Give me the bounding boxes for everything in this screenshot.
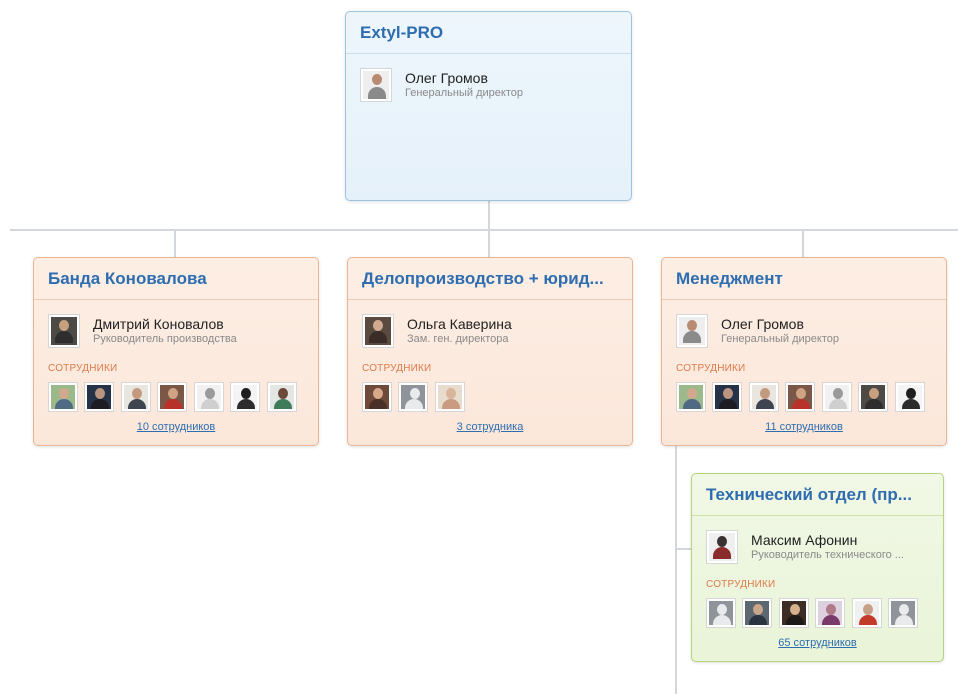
connector-sub-horizontal [675,548,691,550]
employee-avatars [348,382,632,416]
connector-horizontal [10,229,958,231]
employee-avatar[interactable] [815,598,846,628]
employee-avatar[interactable] [894,382,925,412]
head-name[interactable]: Ольга Каверина [407,316,512,332]
employee-avatar[interactable] [712,382,743,412]
avatar[interactable] [362,314,394,348]
employee-avatar[interactable] [230,382,261,412]
department-head: Дмитрий Коновалов Руководитель производс… [34,314,318,358]
employee-avatar[interactable] [706,598,736,628]
employee-avatars [662,382,946,416]
avatar[interactable] [706,530,738,564]
head-name[interactable]: Дмитрий Коновалов [93,316,224,332]
employee-count-link[interactable]: 11 сотрудников [765,421,843,433]
employee-avatar[interactable] [851,598,882,628]
department-head: Олег Громов Генеральный директор [662,314,946,358]
head-role: Руководитель технического ... [751,549,904,561]
employee-avatar[interactable] [778,598,809,628]
head-name[interactable]: Олег Громов [405,70,488,86]
employee-avatar[interactable] [742,598,773,628]
employee-count: 11 сотрудников [662,421,946,433]
department-card-1[interactable]: Банда Коновалова Дмитрий Коновалов Руков… [33,257,319,446]
avatar[interactable] [676,314,708,348]
employee-avatar[interactable] [157,382,188,412]
employees-label: СОТРУДНИКИ [48,363,118,374]
employees-label: СОТРУДНИКИ [706,579,776,590]
avatar[interactable] [360,68,392,102]
subdepartment-card[interactable]: Технический отдел (пр... Максим Афонин Р… [691,473,944,662]
employee-avatar[interactable] [434,382,465,412]
employee-avatar[interactable] [888,598,919,628]
employee-avatar[interactable] [193,382,224,412]
root-card-title[interactable]: Extyl-PRO [346,12,631,54]
avatar[interactable] [48,314,80,348]
employee-avatar[interactable] [785,382,816,412]
department-title[interactable]: Менеджмент [662,258,946,300]
employee-count-link[interactable]: 3 сотрудника [457,421,524,433]
employee-avatar[interactable] [821,382,852,412]
employee-avatar[interactable] [266,382,297,412]
head-role: Генеральный директор [405,87,523,99]
connector-dept-1 [174,230,176,257]
department-card-2[interactable]: Делопроизводство + юрид... Ольга Каверин… [347,257,633,446]
connector-dept-3 [802,230,804,257]
department-head: Ольга Каверина Зам. ген. директора [348,314,632,358]
employee-avatar[interactable] [84,382,115,412]
employee-avatars [34,382,318,416]
employee-avatar[interactable] [362,382,392,412]
head-name[interactable]: Максим Афонин [751,532,857,548]
connector-sub-vertical [675,445,677,694]
department-head: Максим Афонин Руководитель технического … [692,530,943,574]
department-title[interactable]: Технический отдел (пр... [692,474,943,516]
head-role: Зам. ген. директора [407,333,509,345]
employee-count: 3 сотрудника [348,421,632,433]
employee-avatar[interactable] [676,382,706,412]
employees-label: СОТРУДНИКИ [362,363,432,374]
department-card-3[interactable]: Менеджмент Олег Громов Генеральный дирек… [661,257,947,446]
employee-count-link[interactable]: 65 сотрудников [778,637,857,649]
department-title[interactable]: Делопроизводство + юрид... [348,258,632,300]
employee-avatar[interactable] [748,382,779,412]
head-role: Генеральный директор [721,333,839,345]
employee-avatars [692,598,943,632]
employee-count-link[interactable]: 10 сотрудников [137,421,216,433]
head-role: Руководитель производства [93,333,237,345]
root-head: Олег Громов Генеральный директор [346,68,631,112]
connector-root-down [488,200,490,230]
employee-avatar[interactable] [48,382,78,412]
department-title[interactable]: Банда Коновалова [34,258,318,300]
employee-count: 10 сотрудников [34,421,318,433]
employee-avatar[interactable] [858,382,889,412]
connector-dept-2 [488,230,490,257]
root-card[interactable]: Extyl-PRO Олег Громов Генеральный директ… [345,11,632,201]
employee-avatar[interactable] [398,382,429,412]
employee-avatar[interactable] [120,382,151,412]
employee-count: 65 сотрудников [692,637,943,649]
head-name[interactable]: Олег Громов [721,316,804,332]
employees-label: СОТРУДНИКИ [676,363,746,374]
